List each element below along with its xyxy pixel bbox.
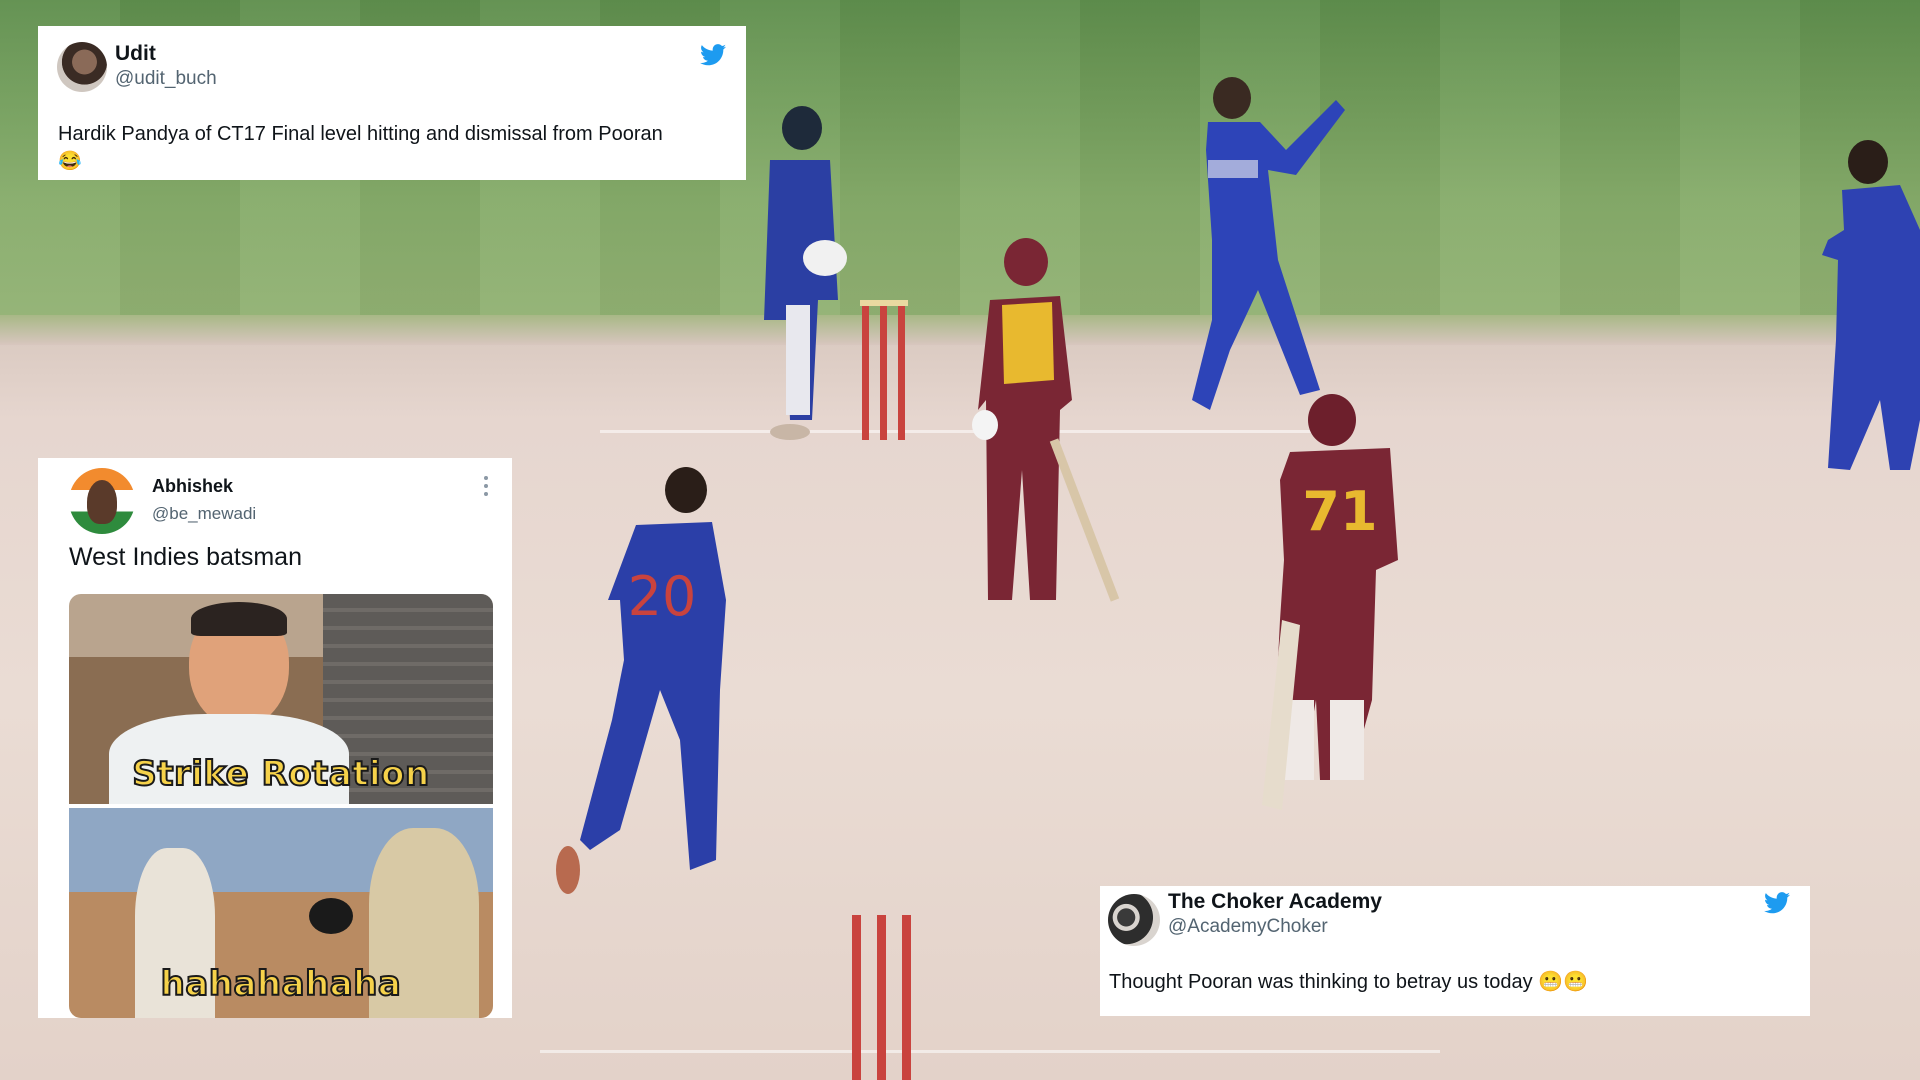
far-stumps bbox=[860, 300, 908, 440]
author-handle[interactable]: @udit_buch bbox=[115, 68, 217, 90]
striker-batsman: 71 bbox=[1262, 394, 1398, 810]
meme-panel-bottom[interactable]: hahahahaha bbox=[69, 808, 493, 1018]
tweet-card-abhishek[interactable]: Abhishek @be_mewadi West Indies batsman … bbox=[38, 458, 512, 1018]
cartoon-hair bbox=[191, 602, 287, 636]
tweet-card-udit[interactable]: Udit @udit_buch Hardik Pandya of CT17 Fi… bbox=[38, 26, 746, 180]
wicket-keeper bbox=[764, 106, 847, 440]
avatar[interactable] bbox=[57, 42, 107, 92]
author-name[interactable]: Udit bbox=[115, 42, 156, 66]
twitter-bird-icon[interactable] bbox=[700, 44, 726, 66]
meme-caption-top: Strike Rotation bbox=[131, 753, 430, 795]
avatar-face bbox=[87, 480, 117, 524]
author-name[interactable]: Abhishek bbox=[152, 476, 233, 497]
meme-caption-bottom: hahahahaha bbox=[160, 963, 402, 1005]
non-striker-batsman bbox=[972, 238, 1120, 602]
fielder-right bbox=[1822, 140, 1920, 470]
jersey-number-20: 20 bbox=[628, 565, 697, 628]
tweet-emoji: 😂 bbox=[58, 151, 82, 172]
tweet-card-choker-academy[interactable]: The Choker Academy @AcademyChoker Though… bbox=[1100, 886, 1810, 1016]
avatar[interactable] bbox=[1108, 894, 1160, 946]
fielder-20: 20 bbox=[556, 467, 726, 894]
avatar[interactable] bbox=[69, 468, 135, 534]
tweet-text: Hardik Pandya of CT17 Final level hittin… bbox=[58, 123, 663, 145]
bowler-appealing bbox=[1192, 77, 1345, 410]
meme-panel-top[interactable]: Strike Rotation bbox=[69, 594, 493, 804]
author-handle[interactable]: @AcademyChoker bbox=[1168, 916, 1328, 938]
near-stumps bbox=[852, 915, 911, 1080]
twitter-bird-icon[interactable] bbox=[1764, 892, 1790, 914]
author-handle[interactable]: @be_mewadi bbox=[152, 504, 256, 524]
tweet-text: Thought Pooran was thinking to betray us… bbox=[1109, 971, 1588, 993]
jersey-number-71: 71 bbox=[1302, 480, 1377, 543]
tweet-text: West Indies batsman bbox=[69, 543, 302, 571]
author-name[interactable]: The Choker Academy bbox=[1168, 890, 1382, 914]
more-vertical-icon[interactable] bbox=[484, 476, 488, 496]
flying-object bbox=[309, 898, 353, 934]
